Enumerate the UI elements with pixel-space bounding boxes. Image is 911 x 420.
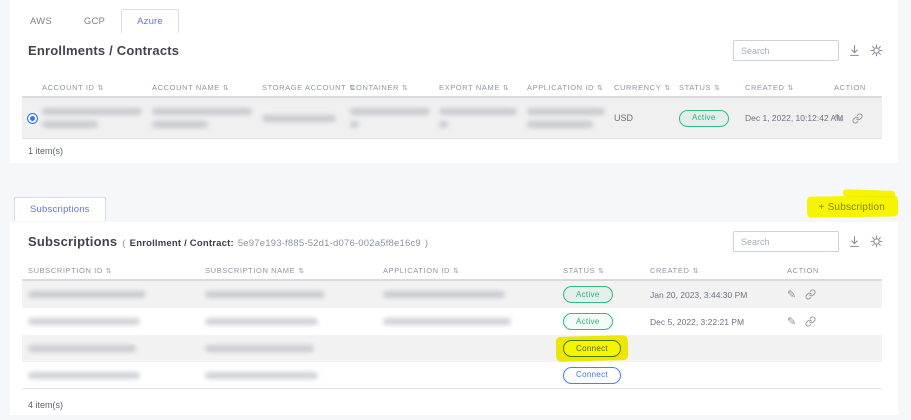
sort-icon: ⇅ [223,85,229,92]
subscriptions-table: SUBSCRIPTION ID⇅ SUBSCRIPTION NAME⇅ APPL… [22,261,882,389]
redacted-application-id [383,318,511,325]
enrollments-table: ACCOUNT ID⇅ ACCOUNT NAME⇅ STORAGE ACCOUN… [22,78,882,139]
gear-icon[interactable] [870,44,883,57]
sort-icon: ⇅ [664,85,670,92]
redacted-account-id [42,108,150,128]
col-status[interactable]: STATUS⇅ [557,266,644,275]
status-badge: Active [679,110,729,127]
redacted-export-name [439,108,525,128]
add-subscription-button[interactable]: + Subscription [813,197,891,217]
subscriptions-item-count: 4 item(s) [28,400,63,410]
sort-icon: ⇅ [503,85,509,92]
download-icon[interactable] [848,44,861,57]
redacted-subscription-name [205,345,314,352]
col-currency[interactable]: CURRENCY⇅ [612,83,677,92]
sort-icon: ⇅ [787,85,793,92]
col-created[interactable]: CREATED⇅ [743,83,832,92]
enrollment-context: ( Enrollment / Contract: 5e97e193-f885-5… [122,238,428,249]
link-icon[interactable] [852,113,863,124]
col-application-id[interactable]: APPLICATION ID⇅ [377,266,557,275]
connect-button[interactable]: Connect [563,367,621,384]
subscriptions-table-header: SUBSCRIPTION ID⇅ SUBSCRIPTION NAME⇅ APPL… [22,261,882,279]
subscription-row[interactable]: Active Jan 20, 2023, 3:44:30 PM ✎ [22,281,882,308]
redacted-application-id [383,291,505,298]
tab-subscriptions[interactable]: Subscriptions [14,197,106,221]
row-radio-selected[interactable] [27,113,38,124]
tab-aws[interactable]: AWS [14,9,68,33]
sort-icon: ⇅ [98,85,104,92]
edit-icon[interactable]: ✎ [787,289,796,300]
search-input[interactable] [733,231,839,252]
connect-button[interactable]: Connect [563,340,621,357]
col-storage-account[interactable]: STORAGE ACCOUNT⇅ [260,83,348,92]
edit-icon[interactable]: ✎ [834,113,843,124]
sort-icon: ⇅ [402,85,408,92]
redacted-subscription-name [205,291,325,298]
download-icon[interactable] [848,235,861,248]
currency-value: USD [612,113,677,123]
status-badge: Active [563,313,613,330]
col-account-id[interactable]: ACCOUNT ID⇅ [40,83,150,92]
redacted-storage-account [262,115,348,122]
link-icon[interactable] [805,289,816,300]
subscription-row[interactable]: Connect [22,335,882,362]
redacted-subscription-id [28,318,140,325]
redacted-subscription-id [28,291,146,298]
enrollments-title: Enrollments / Contracts [28,43,179,58]
sort-icon: ⇅ [298,268,304,275]
enrollment-row[interactable]: USD Active Dec 1, 2022, 10:12:42 AM ✎ [22,98,882,139]
tab-gcp[interactable]: GCP [68,9,121,33]
col-container[interactable]: CONTAINER⇅ [348,83,437,92]
col-application-id[interactable]: APPLICATION ID⇅ [525,83,612,92]
created-value: Dec 5, 2022, 3:22:21 PM [644,317,781,327]
redacted-application-id [527,108,612,128]
col-action: ACTION [832,83,882,92]
cloud-provider-tabs: AWS GCP Azure [14,9,179,33]
sort-icon: ⇅ [453,268,459,275]
redacted-subscription-name [205,372,318,379]
col-subscription-name[interactable]: SUBSCRIPTION NAME⇅ [199,266,377,275]
col-export-name[interactable]: EXPORT NAME⇅ [437,83,525,92]
sort-icon: ⇅ [692,268,698,275]
subscriptions-title: Subscriptions ( Enrollment / Contract: 5… [28,234,428,249]
tab-azure[interactable]: Azure [121,9,179,33]
edit-icon[interactable]: ✎ [787,316,796,327]
sort-icon: ⇅ [598,268,604,275]
col-account-name[interactable]: ACCOUNT NAME⇅ [150,83,260,92]
enrollment-contract-id: 5e97e193-f885-52d1-d076-002a5f8e16c9 [238,238,421,249]
col-action: ACTION [781,266,882,275]
col-subscription-id[interactable]: SUBSCRIPTION ID⇅ [22,266,199,275]
redacted-container [350,108,437,128]
search-input[interactable] [733,40,839,61]
page: AWS GCP Azure Enrollments / Contracts AC… [0,0,911,420]
subscription-row[interactable]: Connect [22,362,882,389]
col-status[interactable]: STATUS⇅ [677,83,743,92]
gear-icon[interactable] [870,235,883,248]
link-icon[interactable] [805,316,816,327]
created-value: Dec 1, 2022, 10:12:42 AM [743,113,832,123]
sort-icon: ⇅ [714,85,720,92]
redacted-account-name [152,108,260,128]
sort-icon: ⇅ [597,85,603,92]
sort-icon: ⇅ [106,268,112,275]
enrollments-item-count: 1 item(s) [28,146,63,156]
col-created[interactable]: CREATED⇅ [644,266,781,275]
redacted-subscription-id [28,345,136,352]
subscription-row[interactable]: Active Dec 5, 2022, 3:22:21 PM ✎ [22,308,882,335]
redacted-subscription-id [28,372,140,379]
created-value: Jan 20, 2023, 3:44:30 PM [644,290,781,300]
yellow-highlight-streak [843,189,895,198]
status-badge: Active [563,286,613,303]
enrollments-table-header: ACCOUNT ID⇅ ACCOUNT NAME⇅ STORAGE ACCOUN… [22,78,882,96]
redacted-subscription-name [205,318,318,325]
